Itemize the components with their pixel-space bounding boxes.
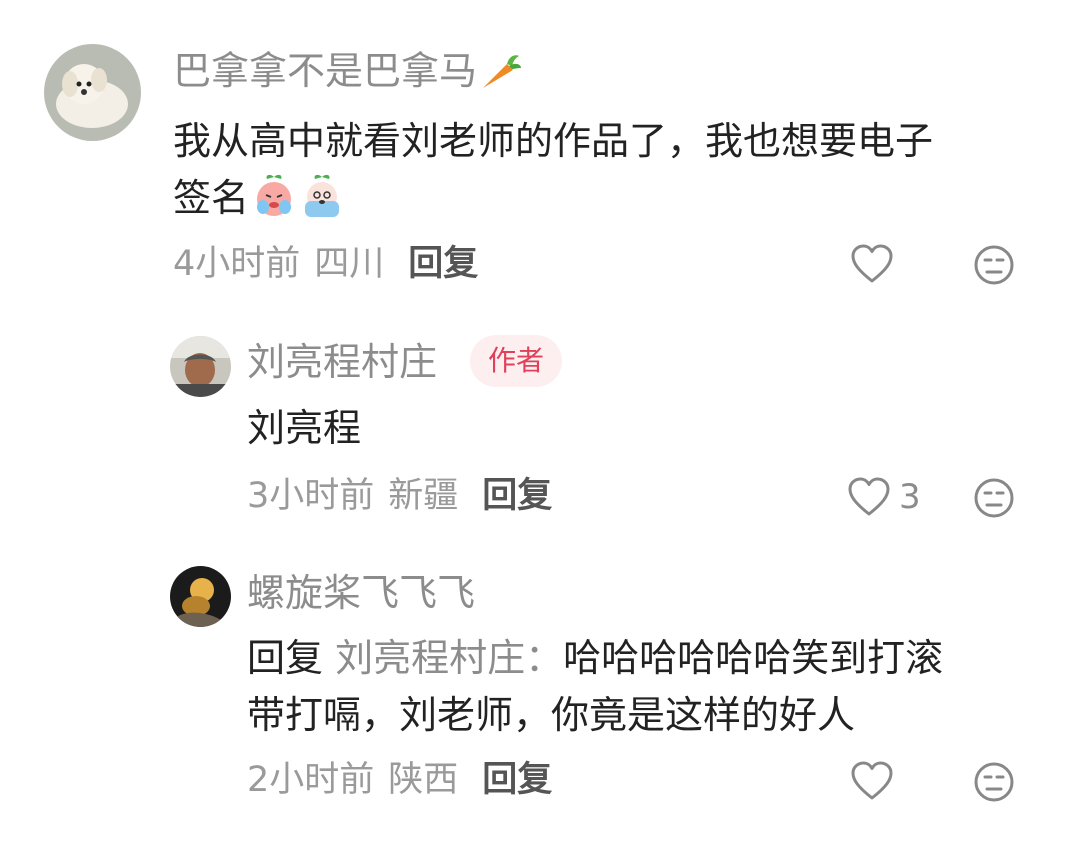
carrot-emoji [479, 52, 523, 98]
meh-face-icon [974, 478, 1014, 518]
comment-text-line1: 我从高中就看刘老师的作品了，我也想要电子 [173, 119, 934, 163]
avatar[interactable] [170, 336, 231, 397]
avatar[interactable] [44, 44, 141, 141]
reply-button[interactable]: 回复 [482, 476, 552, 516]
username-text: 刘亮程村庄 [247, 340, 438, 384]
location: 陕西 [388, 760, 459, 800]
crying-peach-emoji [251, 173, 297, 235]
reply-to-user[interactable]: 刘亮程村庄： [335, 636, 563, 680]
like-button[interactable] [850, 760, 894, 802]
dislike-button[interactable] [973, 761, 1015, 807]
heart-outline-icon [851, 244, 893, 283]
reply-prefix: 回复 [247, 636, 324, 680]
dislike-button[interactable] [973, 244, 1015, 290]
dislike-button[interactable] [973, 477, 1015, 523]
comment-text-line2: 签名 [173, 176, 250, 220]
username[interactable]: 螺旋桨飞飞飞 [247, 574, 475, 612]
meh-face-icon [974, 245, 1014, 285]
comment-text: 我从高中就看刘老师的作品了，我也想要电子 签名 [173, 113, 1043, 235]
heart-outline-icon [851, 761, 893, 800]
like-button[interactable] [850, 243, 894, 285]
username-text: 螺旋桨飞飞飞 [247, 571, 476, 615]
avatar[interactable] [170, 566, 231, 627]
username[interactable]: 巴拿拿不是巴拿马 [173, 52, 523, 98]
location: 四川 [314, 244, 385, 284]
comment-text-line1: 哈哈哈哈哈哈笑到打滚 [563, 636, 944, 680]
comment-text: 刘亮程 [247, 406, 362, 450]
author-badge: 作者 [470, 335, 563, 387]
timestamp: 3小时前 [247, 476, 375, 516]
comment-meta: 4小时前 四川 回复 [173, 247, 478, 282]
reply-button[interactable]: 回复 [408, 244, 478, 284]
comment-text-line2-row: 签名 [173, 170, 1043, 235]
timestamp: 4小时前 [173, 244, 301, 284]
location: 新疆 [388, 476, 459, 516]
comment-meta: 2小时前 陕西 回复 [247, 763, 552, 798]
comment-meta: 3小时前 新疆 回复 [247, 479, 552, 514]
comment-text-line1-row: 回复 刘亮程村庄：哈哈哈哈哈哈笑到打滚 [247, 630, 1047, 687]
heart-outline-icon [848, 477, 890, 516]
timestamp: 2小时前 [247, 760, 375, 800]
meh-face-icon [974, 762, 1014, 802]
comment-text-line2: 带打嗝，刘老师，你竟是这样的好人 [247, 693, 856, 737]
like-count: 3 [899, 477, 921, 517]
comment-text: 回复 刘亮程村庄：哈哈哈哈哈哈笑到打滚 带打嗝，刘老师，你竟是这样的好人 [247, 630, 1047, 744]
username[interactable]: 刘亮程村庄 [247, 343, 437, 381]
like-button[interactable]: 3 [847, 476, 921, 518]
reply-button[interactable]: 回复 [482, 760, 552, 800]
scared-peach-emoji [299, 173, 345, 235]
username-text: 巴拿拿不是巴拿马 [173, 49, 478, 93]
